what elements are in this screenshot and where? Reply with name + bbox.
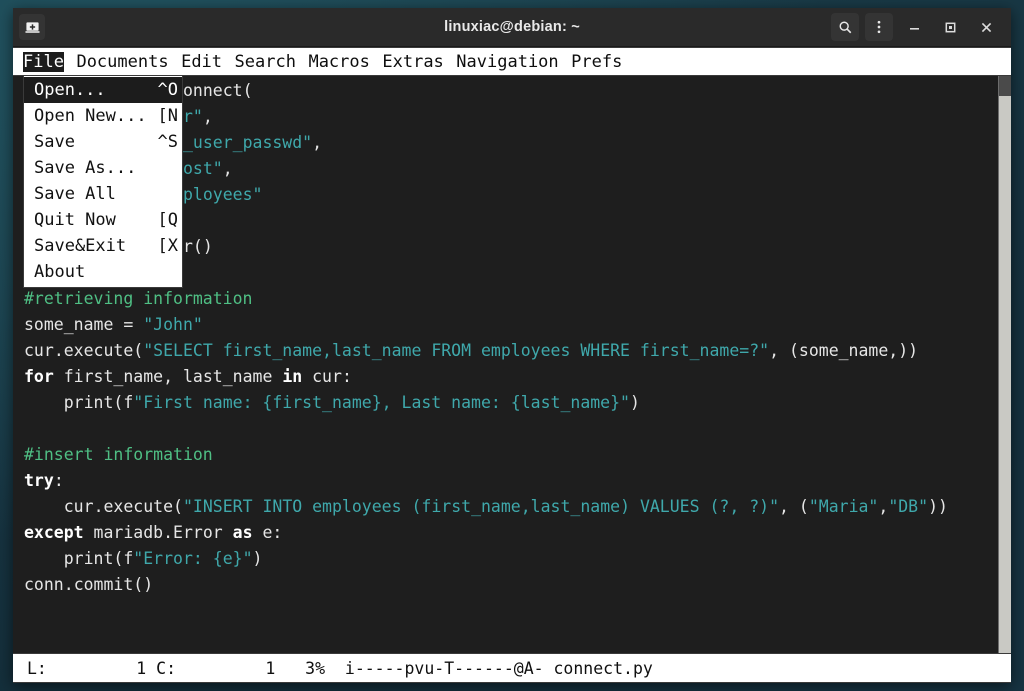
menu-item-edit[interactable]: Edit xyxy=(181,52,222,72)
menu-option-label: Quit Now xyxy=(34,210,116,230)
menu-option-label: About xyxy=(34,262,86,282)
menu-option-open-new[interactable]: Open New... [N xyxy=(24,103,182,129)
menu-option-open[interactable]: Open... ^O xyxy=(24,77,182,103)
maximize-icon[interactable] xyxy=(935,13,965,41)
terminal-icon[interactable] xyxy=(19,14,45,40)
search-icon[interactable] xyxy=(831,13,859,41)
file-menu-dropdown[interactable]: Open... ^O Open New... [N Save ^S Save As... Sa… xyxy=(23,76,183,288)
vertical-dots-icon[interactable] xyxy=(865,13,893,41)
menu-option-label: Open New... xyxy=(34,106,147,126)
menu-option-save-all[interactable]: Save All xyxy=(24,181,182,207)
menu-option-shortcut: [N xyxy=(157,106,178,126)
vertical-scrollbar[interactable] xyxy=(998,76,1011,653)
titlebar-right-group xyxy=(831,13,1011,41)
menu-option-label: Save As... xyxy=(34,158,137,178)
menu-item-prefs[interactable]: Prefs xyxy=(571,52,622,72)
menu-option-save-exit[interactable]: Save&Exit [X xyxy=(24,233,182,259)
menu-item-navigation[interactable]: Navigation xyxy=(456,52,558,72)
menubar: File Documents Edit Search Macros Extras Navig… xyxy=(13,47,1011,76)
menu-item-extras[interactable]: Extras xyxy=(382,52,443,72)
menu-item-macros[interactable]: Macros xyxy=(308,52,369,72)
menu-item-documents[interactable]: Documents xyxy=(76,52,168,72)
statusbar: L: 1 C: 1 3% i-----pvu-T------@A- connec… xyxy=(13,653,1011,683)
minimize-icon[interactable] xyxy=(899,13,929,41)
menu-option-shortcut: ^O xyxy=(157,80,178,100)
menu-option-about[interactable]: About xyxy=(24,259,182,285)
menu-option-save-as[interactable]: Save As... xyxy=(24,155,182,181)
close-icon[interactable] xyxy=(971,13,1001,41)
statusbar-text: L: 1 C: 1 3% i-----pvu-T------@A- connec… xyxy=(27,658,653,678)
menu-option-label: Save&Exit xyxy=(34,236,127,256)
menu-option-shortcut: [Q xyxy=(157,210,178,230)
menu-option-shortcut: [X xyxy=(157,236,178,256)
vertical-scrollbar-thumb[interactable] xyxy=(999,76,1011,96)
menu-option-quit-now[interactable]: Quit Now [Q xyxy=(24,207,182,233)
menu-item-file[interactable]: File xyxy=(23,51,64,72)
editor-area[interactable]: conn = mariadb.connect( user="db_user", … xyxy=(13,76,1011,653)
window-titlebar[interactable]: linuxiac@debian: ~ xyxy=(13,8,1011,47)
titlebar-left-group xyxy=(13,14,45,40)
menu-option-label: Save All xyxy=(34,184,116,204)
menu-item-search[interactable]: Search xyxy=(235,52,296,72)
menu-option-label: Open... xyxy=(34,80,106,100)
menu-option-save[interactable]: Save ^S xyxy=(24,129,182,155)
terminal-window: linuxiac@debian: ~ File Documents Edit S… xyxy=(13,8,1011,683)
menu-option-shortcut: ^S xyxy=(157,132,178,152)
menu-option-label: Save xyxy=(34,132,75,152)
